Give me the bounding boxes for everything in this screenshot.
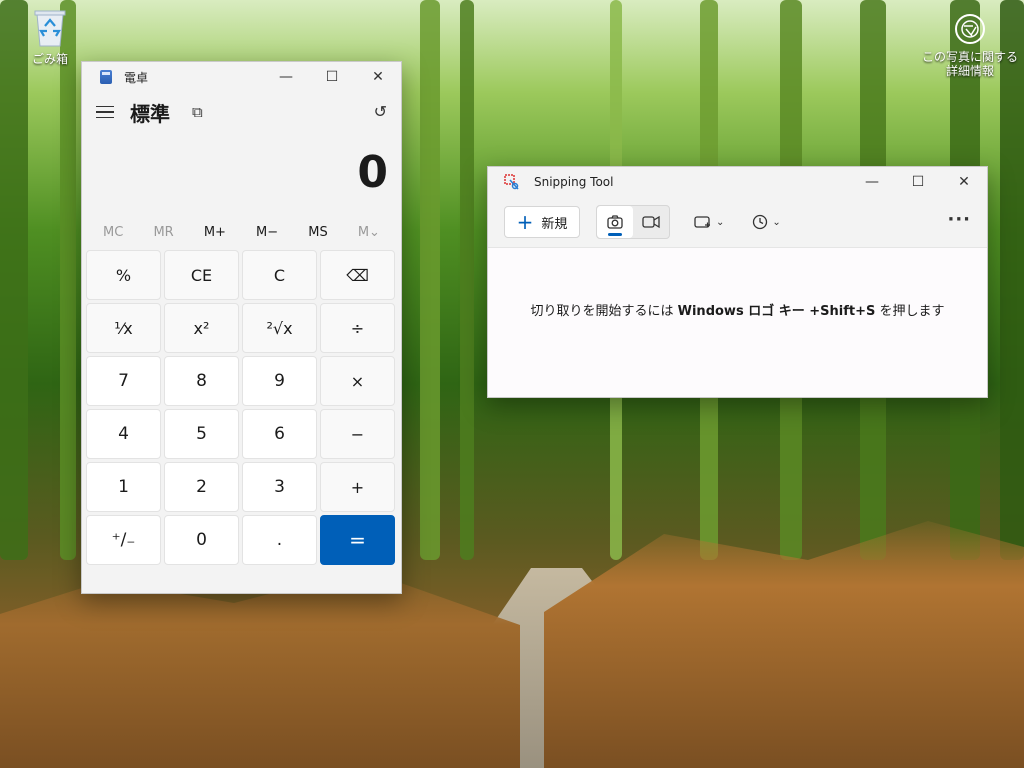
- calculator-window: 電卓 — ☐ ✕ 標準 ⧉ ↺ 0 MC MR M+ M− MS M⌄ % CE C…: [81, 61, 402, 594]
- camera-icon: [607, 215, 623, 229]
- square-root-button[interactable]: ²√x: [242, 303, 317, 353]
- decimal-point-button[interactable]: .: [242, 515, 317, 565]
- snipping-tool-app-icon: [504, 174, 520, 190]
- snip-instruction-suffix: を押します: [875, 304, 945, 319]
- multiply-button[interactable]: ×: [320, 356, 395, 406]
- calculator-titlebar[interactable]: 電卓 — ☐ ✕: [82, 62, 401, 92]
- snip-instruction-text: 切り取りを開始するには Windows ロゴ キー +Shift+S を押します: [488, 300, 987, 319]
- backspace-button[interactable]: ⌫: [320, 250, 395, 300]
- minimize-button[interactable]: —: [849, 167, 895, 197]
- memory-row: MC MR M+ M− MS M⌄: [82, 214, 401, 250]
- new-snip-label: 新規: [541, 216, 568, 232]
- capture-mode-toggle: [596, 205, 670, 239]
- more-options-icon[interactable]: ···: [947, 209, 971, 230]
- digit-2-button[interactable]: 2: [164, 462, 239, 512]
- close-button[interactable]: ✕: [941, 167, 987, 197]
- percent-button[interactable]: %: [86, 250, 161, 300]
- minimize-button[interactable]: —: [263, 62, 309, 92]
- equals-button[interactable]: =: [320, 515, 395, 565]
- memory-store-button[interactable]: MS: [308, 225, 327, 240]
- snipping-toolbar: + 新規 ⌄ ⌄ ···: [488, 197, 987, 248]
- clear-entry-button[interactable]: CE: [164, 250, 239, 300]
- snip-shape-dropdown[interactable]: ⌄: [694, 215, 724, 229]
- memory-add-button[interactable]: M+: [204, 225, 226, 240]
- navigation-menu-icon[interactable]: [96, 105, 114, 119]
- digit-4-button[interactable]: 4: [86, 409, 161, 459]
- add-button[interactable]: +: [320, 462, 395, 512]
- digit-5-button[interactable]: 5: [164, 409, 239, 459]
- digit-9-button[interactable]: 9: [242, 356, 317, 406]
- keep-on-top-icon[interactable]: ⧉: [192, 103, 203, 121]
- clear-button[interactable]: C: [242, 250, 317, 300]
- calculator-display: 0: [357, 147, 388, 198]
- photo-info-label: この写真に関する詳細情報: [921, 50, 1018, 78]
- calculator-app-icon: [100, 70, 112, 84]
- digit-7-button[interactable]: 7: [86, 356, 161, 406]
- digit-0-button[interactable]: 0: [164, 515, 239, 565]
- rectangle-snip-icon: [694, 216, 710, 228]
- memory-subtract-button[interactable]: M−: [256, 225, 278, 240]
- snip-instruction-keys: Windows ロゴ キー +Shift+S: [677, 304, 876, 319]
- memory-recall-button[interactable]: MR: [153, 225, 173, 240]
- snipping-tool-window-title: Snipping Tool: [534, 175, 614, 189]
- chevron-down-icon: ⌄: [716, 216, 725, 228]
- snipping-tool-titlebar[interactable]: Snipping Tool — ☐ ✕: [488, 167, 987, 197]
- recycle-bin-label: ごみ箱: [31, 52, 68, 66]
- history-icon[interactable]: ↺: [374, 102, 387, 121]
- divide-button[interactable]: ÷: [320, 303, 395, 353]
- subtract-button[interactable]: −: [320, 409, 395, 459]
- photo-info-desktop-icon[interactable]: この写真に関する詳細情報: [918, 14, 1022, 78]
- calculator-mode-title: 標準: [130, 101, 170, 126]
- recycle-bin-desktop-icon[interactable]: ごみ箱: [22, 8, 78, 67]
- reciprocal-button[interactable]: ¹⁄x: [86, 303, 161, 353]
- maximize-button[interactable]: ☐: [309, 62, 355, 92]
- memory-clear-button[interactable]: MC: [103, 225, 123, 240]
- calculator-window-title: 電卓: [124, 70, 149, 85]
- delay-timer-dropdown[interactable]: ⌄: [752, 214, 781, 230]
- recycle-bin-icon: [33, 8, 67, 48]
- clock-icon: [753, 214, 768, 230]
- digit-3-button[interactable]: 3: [242, 462, 317, 512]
- close-button[interactable]: ✕: [355, 62, 401, 92]
- screenshot-mode-button[interactable]: [597, 206, 633, 238]
- camera-shutter-icon: [955, 14, 985, 44]
- snipping-tool-window: Snipping Tool — ☐ ✕ + 新規 ⌄ ⌄ ··· 切り取りを開始…: [487, 166, 988, 398]
- square-button[interactable]: x²: [164, 303, 239, 353]
- snip-instruction-prefix: 切り取りを開始するには: [530, 304, 678, 319]
- chevron-down-icon: ⌄: [772, 216, 781, 228]
- digit-8-button[interactable]: 8: [164, 356, 239, 406]
- video-mode-button[interactable]: [633, 206, 669, 238]
- maximize-button[interactable]: ☐: [895, 167, 941, 197]
- plus-icon: +: [516, 210, 534, 234]
- calculator-keypad: % CE C ⌫ ¹⁄x x² ²√x ÷ 7 8 9 × 4 5 6− 1 2 3 + ⁺/₋ 0. =: [82, 250, 401, 565]
- video-camera-icon: [642, 215, 660, 229]
- digit-6-button[interactable]: 6: [242, 409, 317, 459]
- negate-button[interactable]: ⁺/₋: [86, 515, 161, 565]
- new-snip-button[interactable]: + 新規: [504, 206, 580, 238]
- digit-1-button[interactable]: 1: [86, 462, 161, 512]
- memory-list-button[interactable]: M⌄: [358, 225, 380, 240]
